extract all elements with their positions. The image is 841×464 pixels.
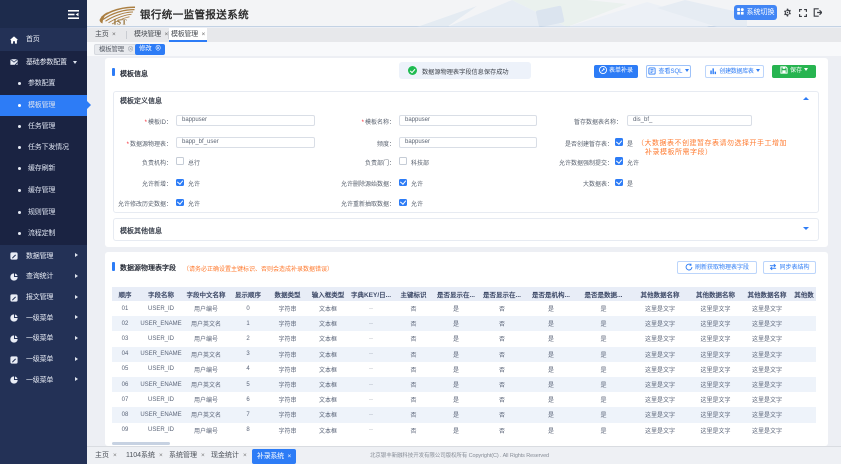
svg-text:IST: IST [114, 18, 128, 26]
